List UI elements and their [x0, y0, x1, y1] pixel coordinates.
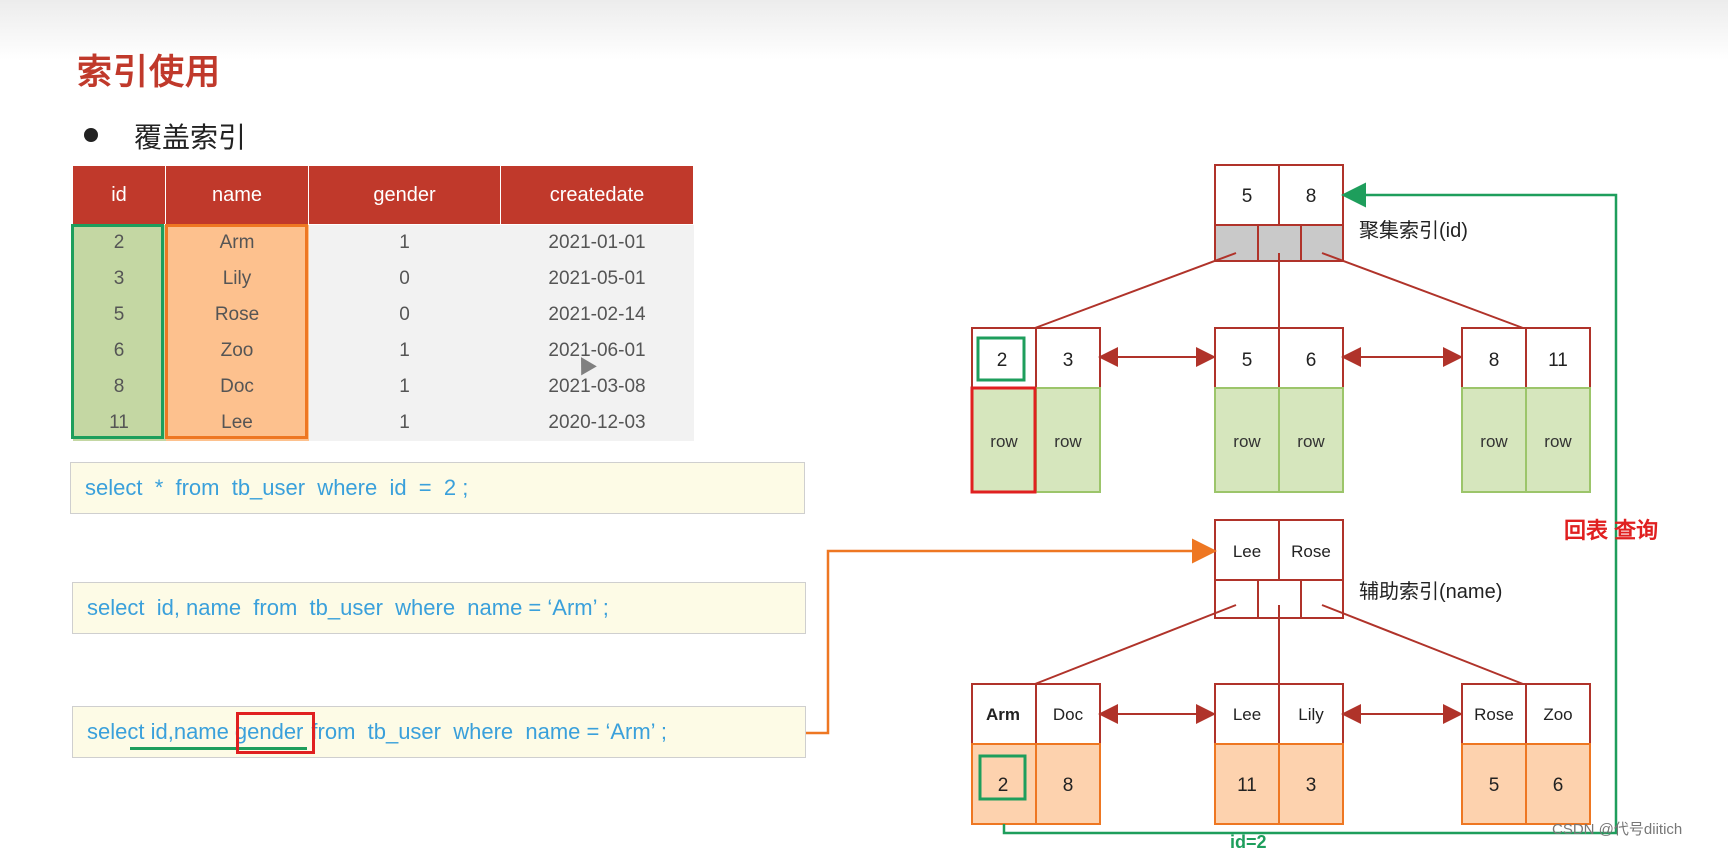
clustered-root-key: 5	[1242, 186, 1253, 207]
leaf-row: row	[1297, 432, 1325, 451]
leaf-row: row	[1054, 432, 1082, 451]
leaf-key: Zoo	[1543, 705, 1572, 724]
leaf-row: row	[1480, 432, 1508, 451]
secondary-leaf-2: Lee Lily 11 3	[1214, 683, 1344, 825]
leaf-key: Lee	[1233, 705, 1261, 724]
leaf-row: row	[1544, 432, 1572, 451]
back-lookup-label: 回表 查询	[1564, 518, 1658, 543]
leaf-row: row	[1233, 432, 1261, 451]
secondary-root-node: Lee Rose	[1214, 519, 1344, 619]
secondary-root-key: Lee	[1233, 542, 1261, 561]
id-equals-label: id=2	[1230, 832, 1267, 852]
leaf-id: 8	[1063, 775, 1074, 796]
clustered-leaf-1: 2 3 row row	[970, 327, 1101, 494]
leaf-key: 8	[1489, 350, 1500, 371]
leaf-key: Lily	[1298, 705, 1324, 724]
secondary-connectors	[1034, 604, 1524, 685]
secondary-leaf-3: Rose Zoo 5 6	[1461, 683, 1591, 825]
watermark: CSDN @代号diitich	[1552, 821, 1683, 838]
leaf-key: Rose	[1474, 705, 1514, 724]
secondary-root-key: Rose	[1291, 542, 1331, 561]
clustered-index-label: 聚集索引(id)	[1359, 219, 1468, 242]
leaf-key: 2	[997, 350, 1008, 371]
leaf-key: Doc	[1053, 705, 1084, 724]
btree-diagram: 5 8 聚集索引(id) 2 3 row row 5 6 row row 8 1…	[806, 164, 1658, 835]
leaf-key: Arm	[986, 705, 1020, 724]
leaf-id: 6	[1553, 775, 1564, 796]
leaf-id: 3	[1306, 775, 1317, 796]
leaf-row: row	[990, 432, 1018, 451]
leaf-key: 3	[1063, 350, 1074, 371]
clustered-leaf-2: 5 6 row row	[1214, 327, 1344, 493]
clustered-root-key: 8	[1306, 186, 1317, 207]
leaf-id: 11	[1237, 775, 1257, 796]
leaf-id: 5	[1489, 775, 1500, 796]
leaf-key: 5	[1242, 350, 1253, 371]
secondary-leaf-1: Arm Doc 2 8	[971, 683, 1101, 825]
leaf-key: 6	[1306, 350, 1317, 371]
clustered-leaf-3: 8 11 row row	[1461, 327, 1591, 493]
leaf-key: 11	[1548, 350, 1568, 371]
clustered-connectors	[1034, 252, 1524, 329]
secondary-index-label: 辅助索引(name)	[1359, 580, 1502, 603]
clustered-root-node: 5 8	[1214, 164, 1344, 262]
leaf-id: 2	[998, 775, 1009, 796]
